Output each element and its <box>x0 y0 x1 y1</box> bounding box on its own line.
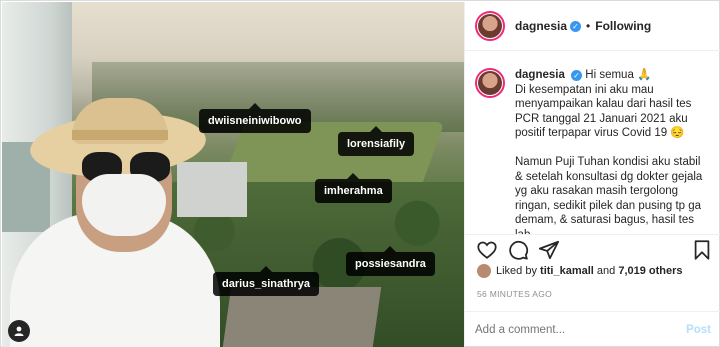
post-sidebar: dagnesia ✓ • Following dagnesia ✓ Hi sem… <box>464 2 720 347</box>
post-comment-button[interactable]: Post <box>686 324 711 336</box>
liker-avatar <box>477 264 491 278</box>
caption-area: dagnesia ✓ Hi semua 🙏 Di kesempatan ini … <box>465 52 720 234</box>
comment-input[interactable] <box>475 323 687 336</box>
user-glyph <box>14 326 24 336</box>
user-tag[interactable]: darius_sinathrya <box>213 266 320 296</box>
bookmark-icon[interactable] <box>691 239 713 261</box>
likes-others[interactable]: 7,019 others <box>618 265 682 277</box>
user-tag[interactable]: lorensiafily <box>338 126 415 156</box>
username-link[interactable]: dagnesia <box>515 19 567 33</box>
post-photo[interactable]: dwiisneiniwibowo lorensiafily imherahma … <box>2 2 464 347</box>
caption-greeting: Hi semua 🙏 <box>585 69 652 81</box>
rooftop <box>222 287 382 347</box>
likes-summary: Liked by titi_kamall and 7,019 others <box>477 264 683 278</box>
avatar[interactable] <box>475 11 505 41</box>
verified-badge-icon: ✓ <box>571 70 583 81</box>
user-icon[interactable] <box>8 320 30 342</box>
following-button[interactable]: Following <box>595 19 651 33</box>
post-timestamp[interactable]: 56 MINUTES AGO <box>477 289 552 299</box>
likes-and: and <box>596 265 616 277</box>
caption-text: dagnesia ✓ Hi semua 🙏 Di kesempatan ini … <box>515 68 711 234</box>
comment-box: Post <box>465 311 720 347</box>
user-tag[interactable]: dwiisneiniwibowo <box>199 103 311 133</box>
avatar-image <box>478 14 502 38</box>
caption-first-line: dagnesia ✓ Hi semua 🙏 <box>515 68 711 83</box>
heart-icon[interactable] <box>476 239 498 261</box>
avatar-image <box>478 71 502 95</box>
hat-band <box>72 130 168 140</box>
liked-by-label: Liked by <box>496 265 537 277</box>
post-dialog: dwiisneiniwibowo lorensiafily imherahma … <box>0 0 720 347</box>
caption-username[interactable]: dagnesia <box>515 69 565 81</box>
paper-plane-icon[interactable] <box>538 239 560 261</box>
user-tag[interactable]: possiesandra <box>346 246 435 276</box>
separator-dot: • <box>586 19 591 33</box>
building <box>177 162 247 217</box>
verified-badge-icon: ✓ <box>570 20 582 32</box>
face-mask <box>82 174 166 236</box>
liker-username[interactable]: titi_kamall <box>540 265 594 277</box>
caption-avatar[interactable] <box>475 68 505 98</box>
action-bar <box>465 234 720 264</box>
caption-paragraph: Namun Puji Tuhan kondisi aku stabil & se… <box>515 155 703 234</box>
post-header: dagnesia ✓ • Following <box>465 2 720 51</box>
caption-paragraph: Di kesempatan ini aku mau menyampaikan k… <box>515 83 692 140</box>
user-tag[interactable]: imherahma <box>315 173 392 203</box>
comment-icon[interactable] <box>507 239 529 261</box>
